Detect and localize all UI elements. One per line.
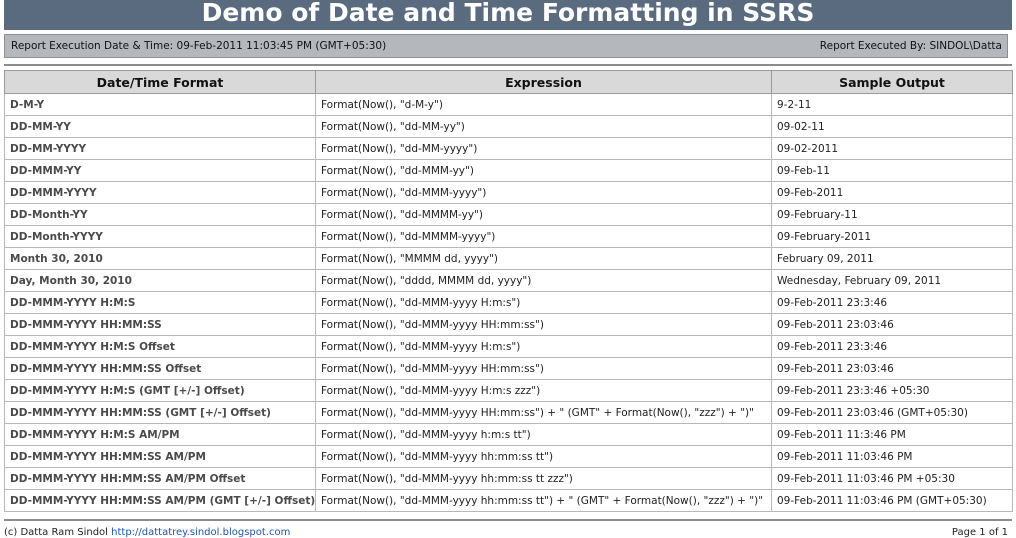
cell-format: D-M-Y [4, 93, 316, 116]
cell-expression: Format(Now(), "dd-MMM-yyyy H:m:s") [315, 335, 772, 358]
cell-format: DD-MMM-YYYY H:M:S AM/PM [4, 423, 316, 446]
cell-format: Month 30, 2010 [4, 247, 316, 270]
executed-by: Report Executed By: SINDOL\Datta [819, 40, 1002, 52]
cell-output: Wednesday, February 09, 2011 [771, 269, 1013, 292]
cell-expression: Format(Now(), "dd-MM-yyyy") [315, 137, 772, 160]
table-row: DD-MMM-YYYY HH:MM:SS Format(Now(), "dd-MM… [4, 313, 1013, 336]
cell-format: Day, Month 30, 2010 [4, 269, 316, 292]
cell-output: 09-02-11 [771, 115, 1013, 138]
cell-expression: Format(Now(), "dd-MMM-yyyy HH:mm:ss") + … [315, 401, 772, 424]
cell-expression: Format(Now(), "dd-MMM-yyyy h:m:s tt") [315, 423, 772, 446]
cell-expression: Format(Now(), "MMMM dd, yyyy") [315, 247, 772, 270]
table-row: DD-MM-YY Format(Now(), "dd-MM-yy") 09-02-1… [4, 115, 1013, 138]
cell-expression: Format(Now(), "dddd, MMMM dd, yyyy") [315, 269, 772, 292]
cell-format: DD-MMM-YYYY H:M:S [4, 291, 316, 314]
cell-format: DD-MMM-YYYY HH:MM:SS (GMT [+/-] Offset) [4, 401, 316, 424]
cell-format: DD-MMM-YYYY HH:MM:SS Offset [4, 357, 316, 380]
cell-format: DD-MM-YYYY [4, 137, 316, 160]
cell-format: DD-MMM-YY [4, 159, 316, 182]
cell-expression: Format(Now(), "dd-MMM-yyyy HH:mm:ss") [315, 357, 772, 380]
column-header-expression: Expression [315, 70, 772, 94]
cell-expression: Format(Now(), "dd-MMM-yyyy HH:mm:ss") [315, 313, 772, 336]
column-header-format: Date/Time Format [4, 70, 316, 94]
cell-output: 09-Feb-11 [771, 159, 1013, 182]
cell-format: DD-Month-YY [4, 203, 316, 226]
table-row: Month 30, 2010 Format(Now(), "MMMM dd, yy… [4, 247, 1013, 270]
cell-format: DD-MMM-YYYY [4, 181, 316, 204]
cell-expression: Format(Now(), "dd-MMM-yyyy H:m:s zzz") [315, 379, 772, 402]
cell-expression: Format(Now(), "dd-MMM-yyyy hh:mm:ss tt") [315, 445, 772, 468]
cell-output: 09-Feb-2011 23:3:46 +05:30 [771, 379, 1013, 402]
cell-output: 09-Feb-2011 23:3:46 [771, 291, 1013, 314]
table-row: DD-MMM-YYYY HH:MM:SS AM/PM Offset Format(… [4, 467, 1013, 490]
table-row: DD-MMM-YYYY HH:MM:SS AM/PM (GMT [+/-] Of… [4, 489, 1013, 512]
execution-datetime: Report Execution Date & Time: 09-Feb-201… [11, 40, 387, 52]
table-row: Day, Month 30, 2010 Format(Now(), "dddd, … [4, 269, 1013, 292]
cell-expression: Format(Now(), "dd-MMM-yyyy H:m:s") [315, 291, 772, 314]
cell-output: 09-02-2011 [771, 137, 1013, 160]
cell-output: 09-Feb-2011 23:03:46 [771, 357, 1013, 380]
table-row: DD-MMM-YYYY H:M:S Format(Now(), "dd-MMM-y… [4, 291, 1013, 314]
table-header-row: Date/Time Format Expression Sample Outpu… [4, 70, 1013, 94]
table-row: DD-Month-YY Format(Now(), "dd-MMMM-yy") 09… [4, 203, 1013, 226]
cell-output: February 09, 2011 [771, 247, 1013, 270]
cell-output: 09-February-2011 [771, 225, 1013, 248]
cell-expression: Format(Now(), "dd-MMMM-yy") [315, 203, 772, 226]
cell-format: DD-MMM-YYYY H:M:S (GMT [+/-] Offset) [4, 379, 316, 402]
cell-output: 09-Feb-2011 23:03:46 (GMT+05:30) [771, 401, 1013, 424]
table-row: DD-MMM-YYYY H:M:S AM/PM Format(Now(), "dd… [4, 423, 1013, 446]
cell-output: 9-2-11 [771, 93, 1013, 116]
cell-format: DD-MMM-YYYY HH:MM:SS AM/PM Offset [4, 467, 316, 490]
table-row: DD-MMM-YYYY HH:MM:SS AM/PM Format(Now(), … [4, 445, 1013, 468]
bottom-divider [4, 519, 1012, 521]
cell-expression: Format(Now(), "dd-MMM-yy") [315, 159, 772, 182]
table-row: DD-MM-YYYY Format(Now(), "dd-MM-yyyy") 09-… [4, 137, 1013, 160]
cell-output: 09-Feb-2011 23:3:46 [771, 335, 1013, 358]
cell-format: DD-MMM-YYYY HH:MM:SS AM/PM (GMT [+/-] Of… [4, 489, 316, 512]
cell-output: 09-Feb-2011 11:3:46 PM [771, 423, 1013, 446]
execution-info-bar: Report Execution Date & Time: 09-Feb-201… [4, 34, 1008, 58]
table-row: DD-MMM-YYYY HH:MM:SS Offset Format(Now(),… [4, 357, 1013, 380]
cell-output: 09-Feb-2011 11:03:46 PM [771, 445, 1013, 468]
table-row: DD-MMM-YYYY Format(Now(), "dd-MMM-yyyy") 0… [4, 181, 1013, 204]
cell-output: 09-Feb-2011 23:03:46 [771, 313, 1013, 336]
cell-expression: Format(Now(), "dd-MMM-yyyy hh:mm:ss tt")… [315, 489, 772, 512]
cell-expression: Format(Now(), "dd-MMM-yyyy") [315, 181, 772, 204]
cell-format: DD-Month-YYYY [4, 225, 316, 248]
top-divider [4, 64, 1012, 66]
format-table: Date/Time Format Expression Sample Outpu… [4, 70, 1013, 512]
cell-expression: Format(Now(), "d-M-y") [315, 93, 772, 116]
cell-format: DD-MMM-YYYY HH:MM:SS [4, 313, 316, 336]
cell-format: DD-MMM-YYYY H:M:S Offset [4, 335, 316, 358]
cell-output: 09-Feb-2011 [771, 181, 1013, 204]
cell-format: DD-MM-YY [4, 115, 316, 138]
cell-output: 09-Feb-2011 11:03:46 PM +05:30 [771, 467, 1013, 490]
report-title: Demo of Date and Time Formatting in SSRS [4, 0, 1012, 30]
footer-author: (c) Datta Ram Sindol [4, 527, 108, 538]
footer-blog-link[interactable]: http://dattatrey.sindol.blogspot.com [111, 527, 290, 538]
table-row: DD-Month-YYYY Format(Now(), "dd-MMMM-yyyy… [4, 225, 1013, 248]
table-row: D-M-Y Format(Now(), "d-M-y") 9-2-11 [4, 93, 1013, 116]
table-row: DD-MMM-YY Format(Now(), "dd-MMM-yy") 09-Fe… [4, 159, 1013, 182]
cell-format: DD-MMM-YYYY HH:MM:SS AM/PM [4, 445, 316, 468]
page-number: Page 1 of 1 [951, 527, 1008, 538]
cell-output: 09-February-11 [771, 203, 1013, 226]
column-header-output: Sample Output [771, 70, 1013, 94]
table-row: DD-MMM-YYYY H:M:S Offset Format(Now(), "d… [4, 335, 1013, 358]
table-row: DD-MMM-YYYY H:M:S (GMT [+/-] Offset) Form… [4, 379, 1013, 402]
cell-output: 09-Feb-2011 11:03:46 PM (GMT+05:30) [771, 489, 1013, 512]
cell-expression: Format(Now(), "dd-MMMM-yyyy") [315, 225, 772, 248]
footer-credit: (c) Datta Ram Sindol http://dattatrey.si… [4, 527, 290, 538]
cell-expression: Format(Now(), "dd-MMM-yyyy hh:mm:ss tt z… [315, 467, 772, 490]
table-row: DD-MMM-YYYY HH:MM:SS (GMT [+/-] Offset) F… [4, 401, 1013, 424]
cell-expression: Format(Now(), "dd-MM-yy") [315, 115, 772, 138]
